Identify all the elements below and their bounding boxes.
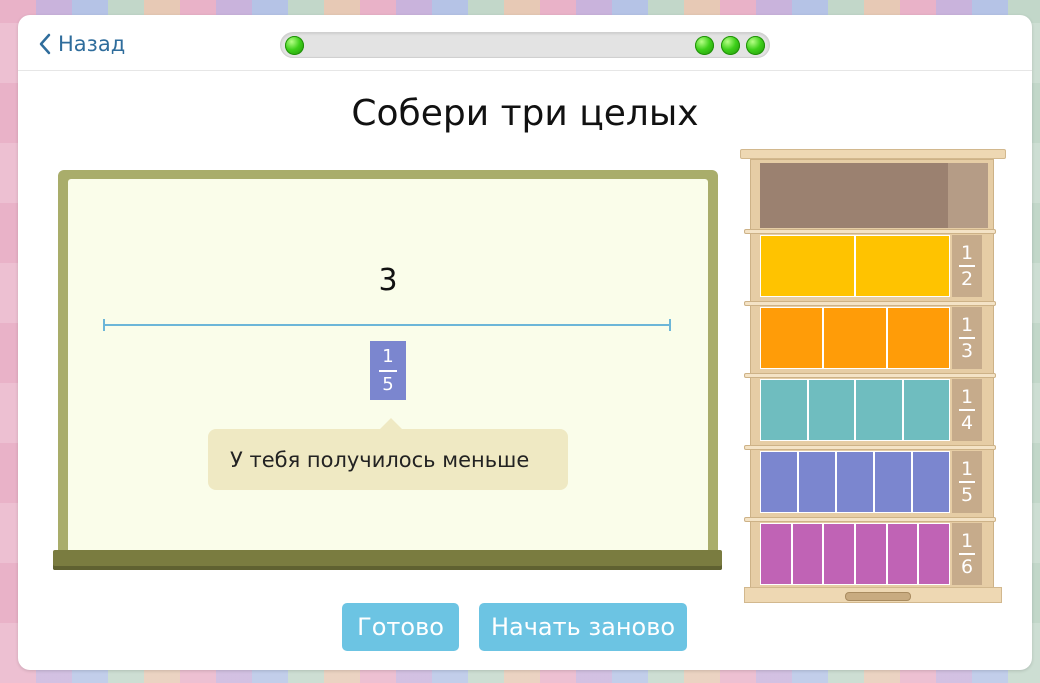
fraction-bar bbox=[379, 369, 397, 372]
fraction-label: 16 bbox=[952, 523, 982, 585]
number-line-end-tick bbox=[669, 319, 671, 331]
back-button[interactable]: Назад bbox=[38, 29, 125, 59]
fraction-numerator: 1 bbox=[960, 314, 974, 336]
fraction-piece[interactable] bbox=[855, 235, 950, 297]
whole-piece[interactable] bbox=[760, 163, 948, 228]
fraction-bar bbox=[959, 481, 975, 483]
fraction-bar bbox=[959, 553, 975, 555]
fraction-label: 15 bbox=[952, 451, 982, 513]
fraction-row-1-6 bbox=[760, 523, 950, 585]
fraction-shelf: 1213141516 bbox=[740, 149, 1006, 604]
fraction-piece[interactable] bbox=[836, 451, 874, 513]
shelf-drawer bbox=[744, 587, 1002, 603]
fraction-bar bbox=[959, 409, 975, 411]
fraction-piece[interactable] bbox=[874, 451, 912, 513]
fraction-piece-placed[interactable]: 1 5 bbox=[370, 341, 406, 400]
fraction-piece[interactable] bbox=[760, 307, 824, 369]
fraction-numerator: 1 bbox=[960, 242, 974, 264]
progress-dot bbox=[285, 36, 304, 55]
fraction-piece[interactable] bbox=[791, 523, 824, 585]
fraction-piece[interactable] bbox=[918, 523, 950, 585]
fraction-row-1-5 bbox=[760, 451, 950, 513]
feedback-tooltip: У тебя получилось меньше bbox=[208, 418, 568, 490]
back-label: Назад bbox=[58, 32, 126, 56]
fraction-bar bbox=[959, 337, 975, 339]
shelf-plank bbox=[744, 445, 996, 450]
shelf-plank bbox=[744, 373, 996, 378]
chevron-left-icon bbox=[39, 33, 51, 55]
fraction-row-1-3 bbox=[760, 307, 950, 369]
fraction-denominator: 5 bbox=[382, 373, 394, 395]
fraction-row-1-2 bbox=[760, 235, 950, 297]
shelf-plank bbox=[744, 229, 996, 234]
header-divider bbox=[18, 70, 1032, 71]
task-title: Собери три целых bbox=[351, 93, 699, 134]
fraction-denominator: 3 bbox=[960, 340, 974, 362]
fraction-numerator: 1 bbox=[960, 530, 974, 552]
fraction-piece[interactable] bbox=[823, 523, 855, 585]
fraction-label: 13 bbox=[952, 307, 982, 369]
fraction-denominator: 2 bbox=[960, 268, 974, 290]
fraction-piece[interactable] bbox=[798, 451, 836, 513]
fraction-label: 14 bbox=[952, 379, 982, 441]
restart-button[interactable]: Начать заново bbox=[479, 603, 687, 651]
fraction-numerator: 1 bbox=[382, 345, 394, 367]
fraction-denominator: 5 bbox=[960, 484, 974, 506]
progress-dot bbox=[721, 36, 740, 55]
done-button[interactable]: Готово bbox=[342, 603, 459, 651]
main-card: Назад Собери три целых 3 1 5 У тебя полу… bbox=[18, 15, 1032, 670]
fraction-label: 12 bbox=[952, 235, 982, 297]
fraction-piece[interactable] bbox=[760, 379, 808, 441]
fraction-piece[interactable] bbox=[855, 379, 903, 441]
fraction-piece[interactable] bbox=[760, 523, 792, 585]
progress-bar bbox=[280, 32, 770, 58]
chalkboard-ledge bbox=[53, 550, 722, 570]
fraction-piece[interactable] bbox=[807, 379, 855, 441]
fraction-piece[interactable] bbox=[823, 307, 887, 369]
shelf-plank bbox=[744, 517, 996, 522]
fraction-numerator: 1 bbox=[960, 458, 974, 480]
progress-dot bbox=[746, 36, 765, 55]
fraction-row-1-4 bbox=[760, 379, 950, 441]
fraction-piece[interactable] bbox=[854, 523, 887, 585]
fraction-piece[interactable] bbox=[912, 451, 950, 513]
fraction-piece[interactable] bbox=[760, 235, 855, 297]
progress-dot bbox=[695, 36, 714, 55]
target-number: 3 bbox=[378, 263, 398, 298]
fraction-denominator: 6 bbox=[960, 556, 974, 578]
fraction-piece[interactable] bbox=[886, 523, 919, 585]
drawer-handle bbox=[845, 592, 911, 601]
shelf-top bbox=[740, 149, 1006, 159]
fraction-piece[interactable] bbox=[760, 451, 798, 513]
fraction-numerator: 1 bbox=[960, 386, 974, 408]
number-line bbox=[104, 324, 671, 326]
number-line-start-tick bbox=[103, 319, 105, 331]
shelf-plank bbox=[744, 301, 996, 306]
whole-slot bbox=[760, 163, 988, 228]
fraction-denominator: 4 bbox=[960, 412, 974, 434]
fraction-bar bbox=[959, 265, 975, 267]
fraction-piece[interactable] bbox=[886, 307, 950, 369]
fraction-piece[interactable] bbox=[902, 379, 950, 441]
